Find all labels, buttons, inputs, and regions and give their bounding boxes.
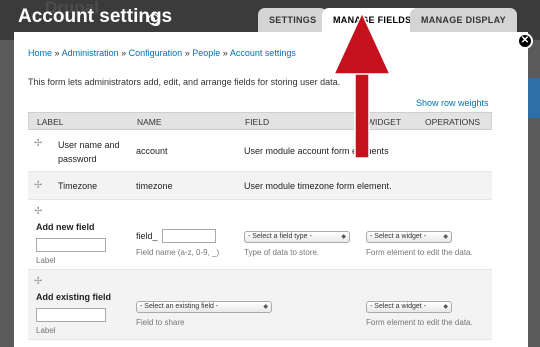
drag-handle-icon[interactable]: ✢ — [34, 276, 42, 287]
existing-field-help: Field to share — [136, 318, 185, 327]
table-row: ✢ Timezone timezone User module timezone… — [28, 172, 492, 200]
table-row: ✢ User name and password account User mo… — [28, 130, 492, 172]
breadcrumb-separator: » — [184, 48, 190, 58]
row-name: account — [136, 146, 168, 156]
breadcrumb: Home » Administration » Configuration » … — [28, 48, 296, 58]
existing-field-label-caption: Label — [36, 326, 56, 335]
field-name-prefix: field_ — [136, 231, 158, 241]
close-icon[interactable]: ✕ — [517, 33, 533, 49]
tab-manage-display[interactable]: MANAGE DISPLAY — [410, 8, 517, 32]
background-left-strip — [0, 40, 14, 347]
add-existing-field-row: ✢ Add existing field Label - Select an e… — [28, 270, 492, 340]
select-arrow-icon: ◆ — [443, 304, 448, 310]
form-description: This form lets administrators add, edit,… — [28, 77, 341, 87]
row-field: User module timezone form element. — [244, 181, 392, 191]
column-header-field: FIELD — [245, 117, 270, 127]
existing-field-select[interactable]: - Select an existing field - ◆ — [136, 301, 272, 313]
show-row-weights-link[interactable]: Show row weights — [416, 98, 489, 108]
column-header-operations: OPERATIONS — [425, 117, 481, 127]
existing-field-label-input[interactable] — [36, 308, 106, 322]
row-label: User name and — [58, 140, 120, 150]
add-existing-field-title: Add existing field — [36, 292, 112, 302]
breadcrumb-account-settings[interactable]: Account settings — [230, 48, 296, 58]
existing-field-widget-select[interactable]: - Select a widget - ◆ — [366, 301, 452, 313]
column-header-widget: WIDGET — [367, 117, 401, 127]
tab-settings[interactable]: SETTINGS — [258, 8, 328, 32]
breadcrumb-separator: » — [54, 48, 60, 58]
breadcrumb-separator: » — [121, 48, 127, 58]
new-field-label-caption: Label — [36, 256, 56, 265]
drag-handle-icon[interactable]: ✢ — [34, 206, 42, 217]
existing-field-widget-help: Form element to edit the data. — [366, 318, 473, 327]
select-arrow-icon: ◆ — [263, 304, 268, 310]
breadcrumb-people[interactable]: People — [192, 48, 220, 58]
background-accent-stripe — [528, 78, 540, 118]
new-field-widget-select[interactable]: - Select a widget - ◆ — [366, 231, 452, 243]
add-new-field-row: ✢ Add new field Label field_ Field name … — [28, 200, 492, 270]
table-header: LABEL NAME FIELD WIDGET OPERATIONS — [28, 112, 492, 130]
field-type-help: Type of data to store. — [244, 248, 320, 257]
select-arrow-icon: ◆ — [341, 234, 346, 240]
row-field: User module account form elements — [244, 146, 389, 156]
row-name: timezone — [136, 181, 173, 191]
field-type-select[interactable]: - Select a field type - ◆ — [244, 231, 350, 243]
new-field-name-input[interactable] — [162, 229, 216, 243]
background-right-strip — [528, 40, 540, 347]
select-arrow-icon: ◆ — [443, 234, 448, 240]
new-field-widget-help: Form element to edit the data. — [366, 248, 473, 257]
fields-table: LABEL NAME FIELD WIDGET OPERATIONS ✢ Use… — [28, 112, 492, 340]
column-header-label: LABEL — [37, 117, 64, 127]
shortcut-star-icon[interactable] — [148, 14, 159, 25]
row-label: password — [58, 154, 97, 164]
add-new-field-title: Add new field — [36, 222, 95, 232]
row-label: Timezone — [58, 181, 98, 191]
breadcrumb-configuration[interactable]: Configuration — [129, 48, 183, 58]
field-name-help: Field name (a-z, 0-9, _) — [136, 248, 220, 257]
drag-handle-icon[interactable]: ✢ — [34, 138, 42, 149]
breadcrumb-home[interactable]: Home — [28, 48, 52, 58]
breadcrumb-administration[interactable]: Administration — [62, 48, 119, 58]
column-header-name: NAME — [137, 117, 162, 127]
new-field-label-input[interactable] — [36, 238, 106, 252]
drag-handle-icon[interactable]: ✢ — [34, 180, 42, 191]
breadcrumb-separator: » — [222, 48, 228, 58]
